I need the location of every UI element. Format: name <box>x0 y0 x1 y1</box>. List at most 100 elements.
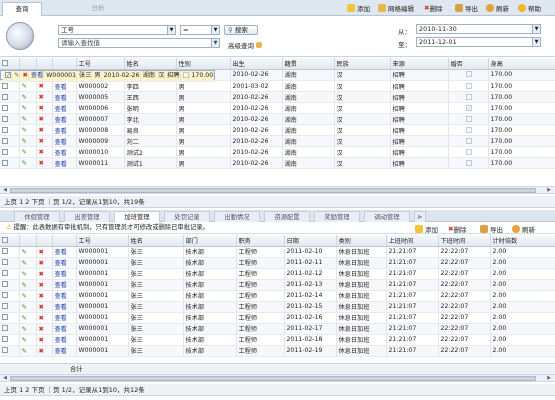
edit-row-button[interactable]: ✎ <box>19 323 37 335</box>
row-checkbox[interactable] <box>0 113 20 125</box>
table-row[interactable]: ✎ ✖ 查看 W000007 李北男 2010-02-26 湖南汉招聘 170.00 <box>0 113 555 125</box>
view-row-link[interactable]: 查看 <box>52 323 77 335</box>
detail-tab[interactable]: 加班管理 <box>114 211 160 222</box>
table-row[interactable]: ✎ ✖ 查看 W000005 王西男 2010-02-26 湖南汉招聘 170.00 <box>0 91 555 103</box>
table-row[interactable]: ✎ ✖ 查看 W000011 测试1 男 2010-02-26 湖南汉招聘 170.00 <box>0 157 555 169</box>
sub-export-button[interactable]: 导出 <box>480 224 503 234</box>
delete-row-button[interactable]: ✖ <box>36 113 53 125</box>
column-header[interactable]: 工号 <box>76 235 129 247</box>
view-row-link[interactable]: 查看 <box>52 91 77 103</box>
select-all-checkbox[interactable] <box>0 58 20 70</box>
delete-row-button[interactable]: ✖ <box>36 279 53 291</box>
detail-tab[interactable]: 调动管理 <box>364 211 410 222</box>
edit-row-button[interactable]: ✎ <box>19 146 37 158</box>
edit-row-button[interactable]: ✎ <box>19 135 37 147</box>
row-checkbox[interactable] <box>0 312 20 324</box>
edit-row-button[interactable]: ✎ <box>19 257 37 269</box>
view-row-link[interactable]: 查看 <box>52 257 77 269</box>
table-row[interactable]: ✎ ✖ 查看 W000001 张三 技术部 工程师 2011-02-18 休息日加班 21:21:… <box>0 334 555 346</box>
grid-edit-button[interactable]: 网格编辑 <box>378 3 414 13</box>
view-row-link[interactable]: 查看 <box>52 102 77 114</box>
row-checkbox[interactable] <box>0 279 20 291</box>
column-header[interactable]: 职务 <box>236 235 285 247</box>
edit-row-button[interactable]: ✎ <box>19 334 37 346</box>
detail-tab[interactable]: 奖励管理 <box>314 211 360 222</box>
row-checkbox[interactable] <box>0 290 20 302</box>
row-checkbox[interactable] <box>0 146 20 158</box>
column-header[interactable]: 民族 <box>334 58 391 70</box>
sub-add-button[interactable]: 添加 <box>415 224 438 234</box>
table-row[interactable]: ✎ ✖ 查看 W000010 测试2 男 2010-02-26 湖南汉招聘 170.00 <box>0 146 555 158</box>
view-row-link[interactable]: 查看 <box>52 246 77 258</box>
sub-refresh-button[interactable]: 刷新 <box>512 224 535 234</box>
delete-row-button[interactable]: ✖ <box>36 312 53 324</box>
from-date-input[interactable]: 2010-11-30 ▼ <box>416 24 541 34</box>
view-row-link[interactable]: 查看 <box>52 80 77 92</box>
edit-row-button[interactable]: ✎ <box>19 102 37 114</box>
edit-row-button[interactable]: ✎ <box>19 124 37 136</box>
scroll-left-icon[interactable]: ◀ <box>1 187 9 193</box>
keyword-input[interactable]: 请输入查找值 ▼ <box>58 38 220 48</box>
grid2-pager[interactable]: 上页 1 2 下页 ｜页 1/2，记录从1到10，共12条 <box>0 384 555 396</box>
grid1-pager[interactable]: 上页 1 2 下页 ｜页 1/2，记录从1到10，共19条 <box>0 196 555 208</box>
delete-row-button[interactable]: ✖ <box>36 102 53 114</box>
table-row[interactable]: ✎ ✖ 查看 W000001 张三 技术部 工程师 2011-02-19 休息日加班 21:21:… <box>0 345 555 357</box>
row-checkbox[interactable] <box>0 268 20 280</box>
column-header[interactable]: 性别 <box>176 58 231 70</box>
table-row[interactable]: ✎ ✖ 查看 W000001 张三 技术部 工程师 2011-02-12 休息日加班 21:21:… <box>0 268 555 280</box>
row-checkbox[interactable] <box>0 334 20 346</box>
view-row-link[interactable]: 查看 <box>52 312 77 324</box>
edit-row-button[interactable]: ✎ <box>19 312 37 324</box>
delete-row-button[interactable]: ✖ <box>36 257 53 269</box>
tab-analysis[interactable]: 分析 <box>78 2 118 16</box>
view-row-link[interactable]: 查看 <box>52 135 77 147</box>
detail-tab[interactable]: 资源配置 <box>264 211 310 222</box>
delete-row-button[interactable]: ✖ <box>36 135 53 147</box>
table-row[interactable]: ✎ ✖ 查看W000006张明男2010-02-26湖南汉招聘 170.00 <box>0 102 555 114</box>
refresh-button[interactable]: 刷新 <box>486 3 509 13</box>
delete-row-button[interactable]: ✖ <box>36 268 53 280</box>
column-header[interactable]: 下班时间 <box>438 235 491 247</box>
delete-row-button[interactable]: ✖ <box>36 334 53 346</box>
view-row-link[interactable]: 查看 <box>52 334 77 346</box>
delete-row-button[interactable]: ✖ <box>36 345 53 357</box>
detail-tab[interactable]: 出差管理 <box>64 211 110 222</box>
detail-tab[interactable]: 出勤情况 <box>214 211 260 222</box>
edit-row-button[interactable]: ✎ <box>19 268 37 280</box>
row-checkbox[interactable] <box>0 135 20 147</box>
view-row-link[interactable]: 查看 <box>52 290 77 302</box>
column-header[interactable]: 工号 <box>76 58 125 70</box>
row-checkbox[interactable] <box>0 323 20 335</box>
delete-row-button[interactable]: ✖ <box>36 246 53 258</box>
column-header[interactable]: 姓名 <box>124 58 177 70</box>
column-header[interactable]: 来源 <box>390 58 449 70</box>
column-header[interactable]: 计时倍数 <box>490 235 555 247</box>
edit-row-button[interactable]: ✎ <box>19 91 37 103</box>
table-row[interactable]: ✎ ✖ 查看 W000001 张三 技术部 工程师 2011-02-15 休息日加班 21:21:… <box>0 301 555 313</box>
table-row[interactable]: ✎ ✖ 查看 W000001 张三 技术部 工程师 2011-02-17 休息日加班 21:21:… <box>0 323 555 335</box>
more-tabs-icon[interactable]: ⊳ <box>414 211 426 222</box>
scroll-right-icon[interactable]: ▶ <box>545 187 553 193</box>
row-checkbox[interactable] <box>0 157 20 169</box>
edit-row-button[interactable]: ✎ <box>19 290 37 302</box>
column-header[interactable]: 婚否 <box>448 58 489 70</box>
help-button[interactable]: 帮助 <box>518 3 541 13</box>
view-row-link[interactable]: 查看 <box>52 279 77 291</box>
search-button[interactable]: ⚲ 搜索 <box>224 25 258 35</box>
sub-delete-button[interactable]: ✖ 删除 <box>448 224 466 234</box>
operator-select[interactable]: = ▼ <box>180 25 220 35</box>
delete-row-button[interactable]: ✖ <box>36 290 53 302</box>
row-checkbox[interactable] <box>0 102 20 114</box>
table-row[interactable]: ✎ ✖ 查看 W000001 张三 技术部 工程师 2011-02-14 休息日加班 21:21:… <box>0 290 555 302</box>
delete-button[interactable]: ✖ 删除 <box>424 3 442 13</box>
to-date-input[interactable]: 2011-12-01 ▼ <box>416 37 541 47</box>
export-button[interactable]: 导出 <box>455 3 478 13</box>
view-row-link[interactable]: 查看 <box>52 268 77 280</box>
delete-row-button[interactable]: ✖ <box>36 80 53 92</box>
column-header[interactable]: 上班时间 <box>386 235 439 247</box>
column-header[interactable]: 籍贯 <box>282 58 335 70</box>
row-checkbox[interactable] <box>0 124 20 136</box>
row-checkbox[interactable] <box>3 70 12 82</box>
edit-row-button[interactable]: ✎ <box>19 246 37 258</box>
column-header[interactable]: 身高 <box>488 58 555 70</box>
